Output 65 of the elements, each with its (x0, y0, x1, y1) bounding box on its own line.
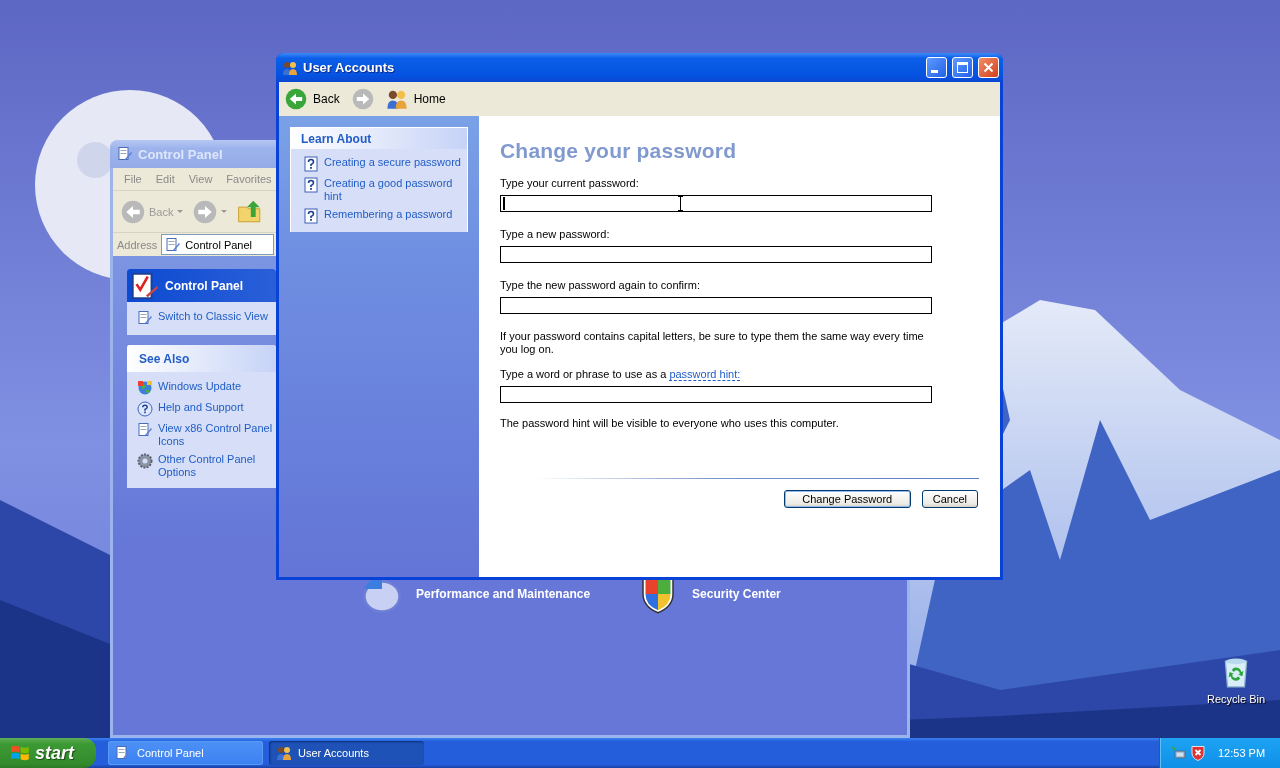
control-panel-icon (137, 422, 153, 438)
password-hint-link[interactable]: password hint: (669, 368, 741, 381)
menu-item[interactable]: Favorites (219, 173, 279, 185)
checklist-icon (129, 270, 159, 301)
help-link[interactable]: Creating a good password hint (324, 177, 461, 203)
window-title: User Accounts (303, 60, 396, 75)
panel-title: Learn About (301, 131, 372, 146)
category-link[interactable]: Performance and Maintenance (416, 587, 591, 601)
help-icon (303, 177, 319, 193)
users-icon (276, 745, 292, 761)
start-button[interactable]: start (0, 738, 96, 768)
help-icon (137, 401, 153, 417)
desktop-icon-label[interactable]: Recycle Bin (1206, 693, 1266, 705)
panel-link[interactable]: View x86 Control Panel Icons (158, 422, 276, 448)
control-panel-icon (137, 310, 153, 326)
menu-item[interactable]: File (117, 173, 149, 185)
field-label: Type your current password: (500, 177, 640, 190)
panel-link[interactable]: Windows Update (158, 380, 242, 393)
field-label: Type a word or phrase to use as a password hint: (500, 368, 742, 381)
panel-link[interactable]: Switch to Classic View (158, 310, 268, 323)
panel-link[interactable]: Other Control Panel Options (158, 453, 276, 479)
close-button[interactable] (978, 57, 999, 78)
help-link[interactable]: Remembering a password (324, 208, 461, 221)
cancel-button[interactable]: Cancel (921, 490, 978, 508)
address-field[interactable]: Control Panel (161, 234, 275, 255)
users-icon (282, 59, 298, 76)
control-panel-icon (165, 236, 182, 253)
taskbar-button[interactable]: Control Panel (108, 741, 263, 765)
field-label: Type a new password: (500, 228, 611, 241)
back-button[interactable]: Back (283, 86, 342, 112)
security-alert-icon (1190, 745, 1206, 761)
change-password-button[interactable]: Change Password (783, 490, 911, 508)
page-heading: Change your password (500, 139, 738, 163)
note-text: If your password contains capital letters, be sure to type them the same way every time you log on. (500, 330, 925, 356)
home-button[interactable]: Home (383, 86, 448, 112)
control-panel-icon (115, 745, 131, 761)
gear-icon (137, 453, 153, 469)
users-icon (385, 88, 408, 110)
close-icon (983, 62, 994, 73)
minimize-button[interactable] (926, 57, 947, 78)
help-link[interactable]: Creating a secure password (324, 156, 461, 169)
category-link[interactable]: Security Center (692, 587, 781, 601)
windows-flag-icon (10, 743, 30, 763)
help-icon (303, 156, 319, 172)
menu-item[interactable]: Edit (148, 173, 182, 185)
field-label: Type the new password again to confirm: (500, 279, 701, 292)
password-field[interactable] (500, 297, 932, 314)
window-title: Control Panel (138, 146, 223, 162)
hint-field[interactable] (500, 386, 932, 403)
maximize-button[interactable] (952, 57, 973, 78)
note-text: The password hint will be visible to everyone who uses this computer. (500, 417, 840, 430)
panel-title: See Also (139, 351, 190, 366)
globe-icon (137, 380, 153, 396)
password-field[interactable] (500, 195, 932, 212)
network-icon (1170, 745, 1186, 761)
panel-title: Control Panel (165, 278, 243, 293)
control-panel-icon (117, 146, 133, 162)
help-icon (303, 208, 319, 224)
menu-item[interactable]: View (181, 173, 220, 185)
address-label: Address (117, 238, 158, 251)
taskbar-button[interactable]: User Accounts (269, 741, 424, 765)
panel-link[interactable]: Help and Support (158, 401, 244, 414)
clock: 12:53 PM (1218, 747, 1266, 759)
text-cursor-icon (677, 196, 684, 211)
password-field[interactable] (500, 246, 932, 263)
